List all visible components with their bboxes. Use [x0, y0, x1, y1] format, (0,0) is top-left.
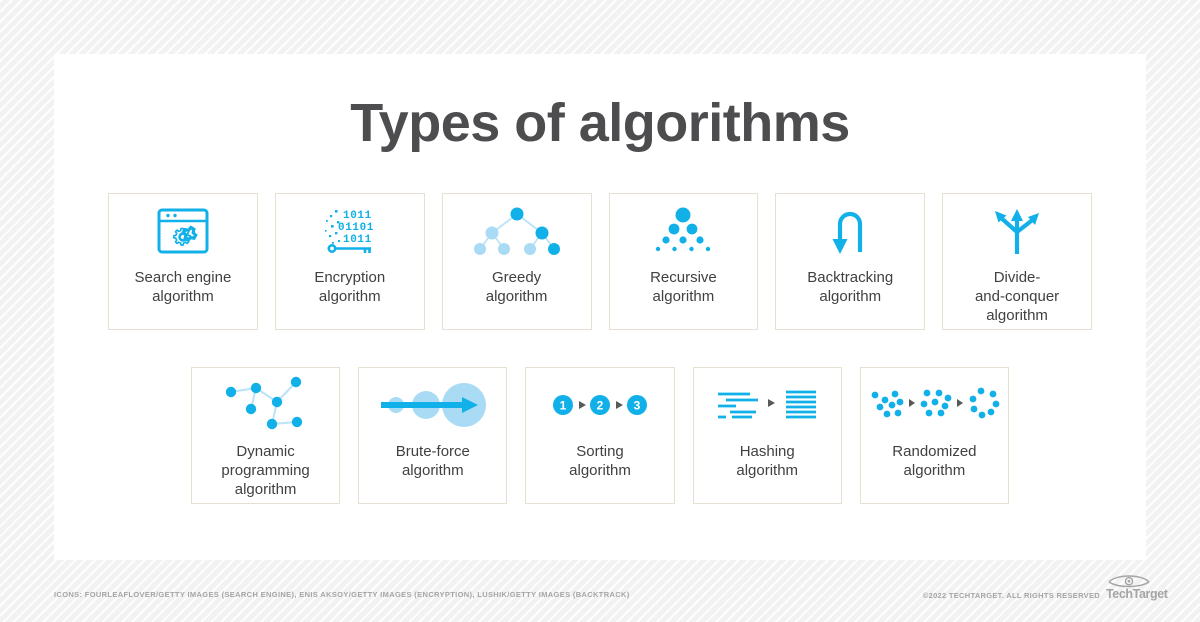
logo-wordmark: TechTarget	[1106, 587, 1168, 601]
techtarget-logo: TechTarget	[1106, 573, 1168, 601]
card-row-1: Search engine algorithm 1011 01101 1011	[108, 193, 1092, 330]
u-turn-arrow-icon	[776, 194, 924, 268]
card-label: Divide- and-conquer algorithm	[974, 269, 1060, 324]
eye-icon	[1108, 575, 1150, 588]
card-greedy: Greedy algorithm	[441, 193, 592, 330]
svg-text:2: 2	[597, 399, 604, 413]
card-search-engine: Search engine algorithm	[108, 193, 258, 330]
svg-text:1011: 1011	[343, 210, 372, 222]
card-label: Hashing algorithm	[736, 443, 799, 479]
card-label: Recursive algorithm	[650, 269, 717, 305]
svg-text:1011: 1011	[343, 234, 372, 246]
card-label: Greedy algorithm	[485, 269, 548, 305]
growing-circles-arrow-icon	[359, 368, 506, 442]
numbered-steps-icon: 1 2 3	[526, 368, 673, 442]
card-divide-and-conquer: Divide- and-conquer algorithm	[942, 193, 1092, 330]
card-backtracking: Backtracking algorithm	[775, 193, 926, 330]
lines-to-lines-icon	[694, 368, 841, 442]
binary-tree-icon	[443, 194, 591, 268]
card-label: Sorting algorithm	[569, 443, 631, 479]
card-label: Encryption algorithm	[314, 269, 386, 305]
card-sorting: 1 2 3 Sorting algorithm	[525, 367, 675, 504]
infographic-panel: Types of algorithms Search engine algori…	[54, 54, 1146, 560]
svg-text:3: 3	[634, 399, 641, 413]
card-label: Randomized algorithm	[892, 443, 977, 479]
card-brute-force: Brute-force algorithm	[358, 367, 508, 504]
card-randomized: Randomized algorithm	[859, 367, 1010, 504]
card-row-2: Dynamic programming algorithm Brute-forc…	[191, 367, 1010, 504]
browser-gear-icon	[109, 194, 257, 268]
copyright-notice: ©2022 TECHTARGET. ALL RIGHTS RESERVED	[922, 591, 1100, 600]
card-hashing: Hashing algorithm	[692, 367, 842, 504]
node-network-icon	[192, 368, 339, 442]
card-recursive: Recursive algorithm	[608, 193, 759, 330]
card-label: Brute-force algorithm	[395, 443, 470, 479]
card-label: Backtracking algorithm	[807, 269, 894, 305]
binary-key-icon: 1011 01101 1011	[276, 194, 424, 268]
card-label: Search engine algorithm	[134, 269, 232, 305]
card-label: Dynamic programming algorithm	[221, 443, 310, 498]
dot-clusters-icon	[861, 368, 1008, 442]
dot-pyramid-icon	[610, 194, 758, 268]
svg-text:01101: 01101	[338, 222, 374, 234]
card-encryption: 1011 01101 1011 Encryption algorithm	[274, 193, 425, 330]
icon-credits: ICONS: FOURLEAFLOVER/GETTY IMAGES (SEARC…	[54, 590, 630, 599]
three-way-arrow-icon	[943, 194, 1091, 268]
card-dynamic-programming: Dynamic programming algorithm	[191, 367, 341, 504]
svg-text:1: 1	[560, 399, 567, 413]
page-title: Types of algorithms	[350, 93, 850, 153]
